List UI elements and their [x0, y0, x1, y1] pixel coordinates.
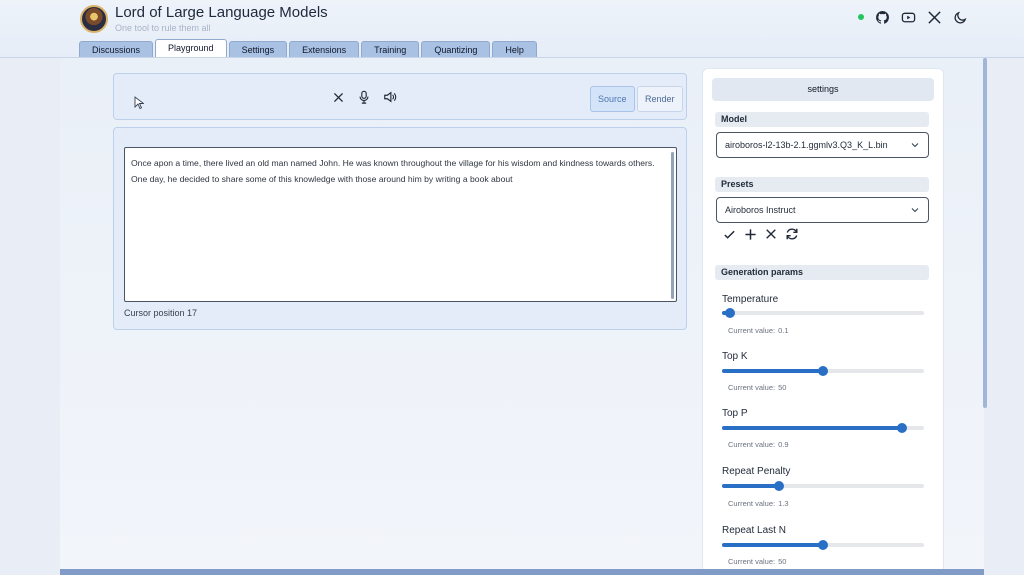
top-p-current-value: Current value: 0.9	[728, 440, 789, 449]
param-label-top-k: Top K	[722, 351, 748, 362]
mouse-cursor-icon	[134, 96, 144, 110]
app-header: Lord of Large Language Models One tool t…	[0, 0, 1024, 58]
cursor-position-label: Cursor position	[124, 308, 185, 318]
status-dot	[858, 14, 864, 20]
model-select-value: airoboros-l2-13b-2.1.ggmlv3.Q3_K_L.bin	[725, 140, 888, 150]
top-k-slider[interactable]	[722, 366, 924, 376]
slider-thumb[interactable]	[725, 308, 736, 318]
x-icon[interactable]	[926, 9, 942, 25]
refresh-icon[interactable]	[785, 227, 799, 241]
github-icon[interactable]	[874, 9, 890, 25]
current-value-number: 50	[778, 557, 787, 566]
repeat-last-n-slider[interactable]	[722, 540, 924, 550]
microphone-icon[interactable]	[356, 89, 372, 105]
check-icon[interactable]	[722, 227, 736, 241]
settings-header-button[interactable]: settings	[712, 78, 934, 101]
header-icons	[858, 9, 968, 25]
slider-fill	[722, 369, 823, 373]
preset-select-value: Airoboros Instruct	[725, 205, 796, 215]
current-value-number: 0.9	[778, 440, 789, 449]
page-scrollbar[interactable]	[983, 58, 987, 408]
param-label-repeat-penalty: Repeat Penalty	[722, 466, 791, 477]
tab-extensions[interactable]: Extensions	[289, 41, 360, 57]
current-value-label: Current value:	[728, 440, 776, 449]
slider-thumb[interactable]	[818, 366, 828, 376]
param-label-temperature: Temperature	[722, 294, 779, 305]
playground-toolbar: Source Render	[113, 73, 687, 120]
settings-panel: settings Model airoboros-l2-13b-2.1.ggml…	[703, 69, 943, 575]
top-p-slider[interactable]	[722, 423, 924, 433]
model-section-label: Model	[715, 112, 929, 127]
horizontal-scrollbar[interactable]	[60, 569, 984, 575]
close-icon[interactable]	[764, 227, 778, 241]
temperature-current-value: Current value: 0.1	[728, 326, 789, 335]
chevron-down-icon	[911, 143, 919, 148]
repeat-penalty-current-value: Current value: 1.3	[728, 499, 789, 508]
preset-select[interactable]: Airoboros Instruct	[716, 197, 929, 223]
current-value-number: 1.3	[778, 499, 789, 508]
slider-fill	[722, 543, 823, 547]
generation-params-label: Generation params	[715, 265, 929, 280]
current-value-number: 50	[778, 383, 787, 392]
slider-thumb[interactable]	[773, 481, 784, 491]
plus-icon[interactable]	[743, 227, 757, 241]
prompt-text: Once apon a time, there lived an old man…	[131, 158, 655, 184]
speaker-icon[interactable]	[382, 89, 398, 105]
tab-training[interactable]: Training	[361, 41, 420, 57]
current-value-number: 0.1	[778, 326, 789, 335]
app-logo	[80, 5, 108, 33]
prompt-textarea[interactable]: Once apon a time, there lived an old man…	[124, 147, 677, 302]
render-button[interactable]: Render	[637, 86, 683, 112]
app-subtitle: One tool to rule them all	[115, 23, 211, 33]
slider-thumb[interactable]	[818, 540, 828, 550]
youtube-icon[interactable]	[900, 9, 916, 25]
param-label-top-p: Top P	[722, 408, 748, 419]
tab-playground[interactable]: Playground	[155, 39, 227, 57]
cursor-position: Cursor position 17	[124, 308, 197, 318]
editor-scrollbar[interactable]	[671, 152, 674, 299]
model-select[interactable]: airoboros-l2-13b-2.1.ggmlv3.Q3_K_L.bin	[716, 132, 929, 158]
repeat-last-n-current-value: Current value: 50	[728, 557, 786, 566]
main-tabs: Discussions Playground Settings Extensio…	[79, 39, 537, 57]
top-k-current-value: Current value: 50	[728, 383, 786, 392]
tab-quantizing[interactable]: Quantizing	[421, 41, 491, 57]
repeat-penalty-slider[interactable]	[722, 481, 924, 491]
tab-discussions[interactable]: Discussions	[79, 41, 154, 57]
tab-help[interactable]: Help	[492, 41, 537, 57]
current-value-label: Current value:	[728, 383, 776, 392]
chevron-down-icon	[911, 208, 919, 213]
source-button[interactable]: Source	[590, 86, 635, 112]
current-value-label: Current value:	[728, 557, 776, 566]
current-value-label: Current value:	[728, 499, 776, 508]
param-label-repeat-last-n: Repeat Last N	[722, 525, 786, 536]
slider-fill	[722, 426, 902, 430]
moon-icon[interactable]	[952, 9, 968, 25]
editor-card: Once apon a time, there lived an old man…	[113, 127, 687, 330]
current-value-label: Current value:	[728, 326, 776, 335]
close-icon[interactable]	[330, 89, 346, 105]
cursor-position-value: 17	[187, 308, 198, 318]
temperature-slider[interactable]	[722, 308, 924, 318]
presets-section-label: Presets	[715, 177, 929, 192]
tab-settings[interactable]: Settings	[228, 41, 288, 57]
app-title: Lord of Large Language Models	[115, 4, 328, 21]
slider-thumb[interactable]	[896, 423, 907, 433]
slider-fill	[722, 484, 779, 488]
preset-actions	[722, 227, 799, 241]
